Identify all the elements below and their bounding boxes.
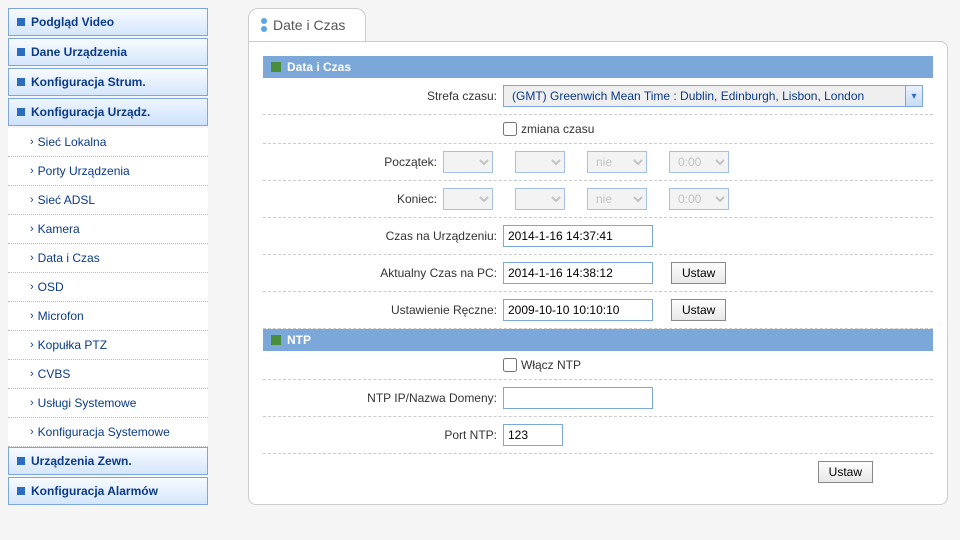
pc-time-field [503, 262, 653, 284]
main-content: Date i Czas Data i Czas Strefa czasu: (G… [248, 8, 948, 507]
section-ntp-header: NTP [263, 329, 933, 351]
sidebar: Podgląd Video Dane Urządzenia Konfigurac… [8, 8, 208, 507]
start-label: Początek: [263, 155, 443, 169]
sub-camera[interactable]: › Kamera [8, 215, 208, 244]
end-day-select[interactable]: nie [587, 188, 647, 210]
sub-label: Sieć ADSL [38, 193, 95, 207]
dst-checkbox[interactable] [503, 122, 517, 136]
nav-video-preview[interactable]: Podgląd Video [8, 8, 208, 36]
end-time-select[interactable]: 0:00 [669, 188, 729, 210]
bullet-icon [17, 18, 25, 26]
set-pc-time-button[interactable]: Ustaw [671, 262, 726, 284]
sub-label: Kamera [38, 222, 80, 236]
chevron-right-icon: › [30, 339, 34, 351]
start-week-select[interactable] [515, 151, 565, 173]
square-icon [271, 335, 281, 345]
chevron-right-icon: › [30, 223, 34, 235]
sub-system-services[interactable]: › Usługi Systemowe [8, 389, 208, 418]
sub-label: Porty Urządzenia [38, 164, 130, 178]
start-day-select[interactable]: nie [587, 151, 647, 173]
nav-label: Konfiguracja Strum. [31, 75, 146, 89]
chevron-right-icon: › [30, 136, 34, 148]
nav-label: Urządzenia Zewn. [31, 454, 132, 468]
ntp-port-field[interactable] [503, 424, 563, 446]
tab-date-time[interactable]: Date i Czas [248, 8, 366, 41]
ntp-enable-checkbox[interactable] [503, 358, 517, 372]
timezone-label: Strefa czasu: [263, 89, 503, 103]
timezone-select[interactable]: (GMT) Greenwich Mean Time : Dublin, Edin… [503, 85, 923, 107]
section-date-time-header: Data i Czas [263, 56, 933, 78]
sub-adsl[interactable]: › Sieć ADSL [8, 186, 208, 215]
sub-date-time[interactable]: › Data i Czas [8, 244, 208, 273]
start-month-select[interactable] [443, 151, 493, 173]
device-time-label: Czas na Urządzeniu: [263, 229, 503, 243]
sub-osd[interactable]: › OSD [8, 273, 208, 302]
sub-ptz-dome[interactable]: › Kopułka PTZ [8, 331, 208, 360]
sub-local-network[interactable]: › Sieć Lokalna [8, 128, 208, 157]
manual-time-field[interactable] [503, 299, 653, 321]
sub-label: Kopułka PTZ [38, 338, 107, 352]
tab-icon [261, 18, 267, 32]
ntp-enable-wrap[interactable]: Włącz NTP [503, 358, 581, 372]
square-icon [271, 62, 281, 72]
nav-label: Konfiguracja Urządz. [31, 105, 150, 119]
sub-label: Sieć Lokalna [38, 135, 107, 149]
start-time-select[interactable]: 0:00 [669, 151, 729, 173]
chevron-right-icon: › [30, 426, 34, 438]
pc-time-label: Aktualny Czas na PC: [263, 266, 503, 280]
bullet-icon [17, 487, 25, 495]
nav-label: Dane Urządzenia [31, 45, 127, 59]
bullet-icon [17, 457, 25, 465]
nav-label: Podgląd Video [31, 15, 114, 29]
set-manual-time-button[interactable]: Ustaw [671, 299, 726, 321]
chevron-right-icon: › [30, 397, 34, 409]
section-title: Data i Czas [287, 60, 351, 74]
nav-device-data[interactable]: Dane Urządzenia [8, 38, 208, 66]
end-week-select[interactable] [515, 188, 565, 210]
bullet-icon [17, 48, 25, 56]
tab-label: Date i Czas [273, 17, 345, 33]
nav-label: Konfiguracja Alarmów [31, 484, 158, 498]
nav-device-config[interactable]: Konfiguracja Urządz. [8, 98, 208, 126]
dst-checkbox-wrap[interactable]: zmiana czasu [503, 122, 594, 136]
bullet-icon [17, 78, 25, 86]
ntp-ip-label: NTP IP/Nazwa Domeny: [263, 391, 503, 405]
chevron-right-icon: › [30, 194, 34, 206]
dst-label: zmiana czasu [521, 122, 594, 136]
bullet-icon [17, 108, 25, 116]
sub-system-config[interactable]: › Konfiguracja Systemowe [8, 418, 208, 447]
manual-time-label: Ustawienie Ręczne: [263, 303, 503, 317]
end-month-select[interactable] [443, 188, 493, 210]
section-title: NTP [287, 333, 311, 347]
ntp-enable-label: Włącz NTP [521, 358, 581, 372]
end-label: Koniec: [263, 192, 443, 206]
set-ntp-button[interactable]: Ustaw [818, 461, 873, 483]
device-time-field [503, 225, 653, 247]
sub-label: Usługi Systemowe [38, 396, 137, 410]
sub-device-ports[interactable]: › Porty Urządzenia [8, 157, 208, 186]
nav-external-devices[interactable]: Urządzenia Zewn. [8, 447, 208, 475]
sub-label: Data i Czas [38, 251, 100, 265]
chevron-right-icon: › [30, 281, 34, 293]
chevron-right-icon: › [30, 165, 34, 177]
ntp-port-label: Port NTP: [263, 428, 503, 442]
ntp-ip-field[interactable] [503, 387, 653, 409]
sub-label: CVBS [38, 367, 71, 381]
sub-microphone[interactable]: › Microfon [8, 302, 208, 331]
sub-label: Microfon [38, 309, 84, 323]
sub-label: OSD [38, 280, 64, 294]
chevron-right-icon: › [30, 252, 34, 264]
sub-label: Konfiguracja Systemowe [38, 425, 170, 439]
chevron-right-icon: › [30, 368, 34, 380]
sub-cvbs[interactable]: › CVBS [8, 360, 208, 389]
chevron-right-icon: › [30, 310, 34, 322]
nav-alarm-config[interactable]: Konfiguracja Alarmów [8, 477, 208, 505]
nav-stream-config[interactable]: Konfiguracja Strum. [8, 68, 208, 96]
